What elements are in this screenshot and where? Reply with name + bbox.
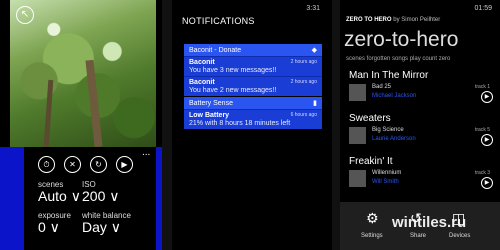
camera-settings-panel: ⏱ ✕ ↻ ▶ ... scenes Auto ∨ ISO 200 ∨ expo…: [24, 147, 156, 250]
notification-group-header: Battery Sense ▮: [184, 97, 322, 109]
track-title[interactable]: Sweaters: [349, 113, 391, 124]
camera-viewfinder: ↖: [10, 0, 156, 148]
share-button[interactable]: Share: [410, 233, 426, 239]
notification-item[interactable]: Baconit 2 hours ago You have 2 new messag…: [184, 76, 322, 96]
track-artist[interactable]: Laurie Anderson: [372, 136, 416, 142]
watermark: wintiles.ru: [392, 214, 467, 231]
tree-trunk-2: [43, 79, 54, 148]
track-artist[interactable]: Michael Jackson: [372, 93, 416, 99]
music-screen: 01:59 ZERO TO HERO by Simon Peilhter zer…: [340, 0, 500, 250]
notification-text: You have 3 new messages!!: [189, 67, 277, 74]
app-name: Battery Sense: [189, 99, 233, 107]
iso-dropdown[interactable]: 200 ∨: [82, 188, 120, 205]
notification-age: 2 hours ago: [290, 59, 317, 65]
notification-item[interactable]: Low Battery 6 hours ago 21% with 8 hours …: [184, 109, 322, 129]
notification-group[interactable]: Battery Sense ▮ Low Battery 6 hours ago 2…: [184, 97, 322, 129]
tree-trunk: [85, 59, 103, 148]
page-title: NOTIFICATIONS: [182, 16, 255, 26]
track-number: track 1: [474, 84, 490, 90]
scenes-dropdown[interactable]: Auto ∨: [38, 188, 81, 205]
track-album: Bad 25: [372, 84, 392, 90]
video-icon[interactable]: ▶: [116, 156, 133, 173]
notification-group[interactable]: Baconit - Donate ◆ Baconit 2 hours ago Yo…: [184, 44, 322, 96]
settings-button[interactable]: Settings: [361, 233, 383, 239]
app-name: Baconit - Donate: [189, 46, 242, 54]
play-icon[interactable]: ▶: [481, 134, 493, 146]
white-balance-dropdown[interactable]: Day ∨: [82, 219, 121, 236]
track-artist[interactable]: Will Smith: [372, 179, 399, 185]
devices-button[interactable]: Devices: [449, 233, 470, 239]
track-number: track 3: [474, 170, 490, 176]
album-art: [349, 127, 366, 144]
notification-title: Baconit: [189, 59, 215, 66]
notification-text: 21% with 8 hours 18 minutes left: [189, 120, 291, 127]
notification-title: Low Battery: [189, 112, 230, 119]
timer-icon[interactable]: ⏱: [38, 156, 55, 173]
notifications-screen: 3:31 NOTIFICATIONS Baconit - Donate ◆ Ba…: [172, 0, 332, 250]
pivot-headers[interactable]: scenes forgotten songs play count zero: [346, 56, 450, 62]
gear-icon[interactable]: ⚙: [366, 210, 379, 227]
playlist-app-name: ZERO TO HERO: [346, 17, 392, 23]
album-art: [349, 170, 366, 187]
battery-icon: ▮: [313, 100, 317, 107]
more-button[interactable]: ...: [142, 147, 150, 158]
breadcrumb: ZERO TO HERO by Simon Peilhter: [346, 17, 440, 23]
notification-item[interactable]: Baconit 2 hours ago You have 3 new messag…: [184, 56, 322, 76]
notification-age: 6 hours ago: [290, 112, 317, 118]
camera-switch-icon[interactable]: ↻: [90, 156, 107, 173]
notification-text: You have 2 new messages!!: [189, 87, 277, 94]
track-number: track 5: [474, 127, 490, 133]
flash-off-icon[interactable]: ✕: [64, 156, 81, 173]
track-title[interactable]: Freakin' It: [349, 156, 393, 167]
track-album: Willennium: [372, 170, 402, 176]
camera-screen: ↖ ⏱ ✕ ↻ ▶ ... scenes Auto ∨ ISO 200 ∨ ex…: [0, 0, 162, 250]
play-icon[interactable]: ▶: [481, 177, 493, 189]
album-art: [349, 84, 366, 101]
track-album: Big Science: [372, 127, 404, 133]
status-time: 01:59: [474, 5, 492, 12]
notification-age: 2 hours ago: [290, 79, 317, 85]
notification-title: Baconit: [189, 79, 215, 86]
page-title: zero-to-hero: [344, 28, 459, 51]
exposure-dropdown[interactable]: 0 ∨: [38, 219, 60, 236]
notification-group-header: Baconit - Donate ◆: [184, 44, 322, 56]
play-icon[interactable]: ▶: [481, 91, 493, 103]
track-title[interactable]: Man In The Mirror: [349, 70, 428, 81]
playlist-author: by Simon Peilhter: [391, 17, 441, 23]
app-icon: ◆: [311, 47, 317, 54]
arrow-icon[interactable]: ↖: [16, 6, 34, 24]
status-time: 3:31: [306, 5, 320, 12]
